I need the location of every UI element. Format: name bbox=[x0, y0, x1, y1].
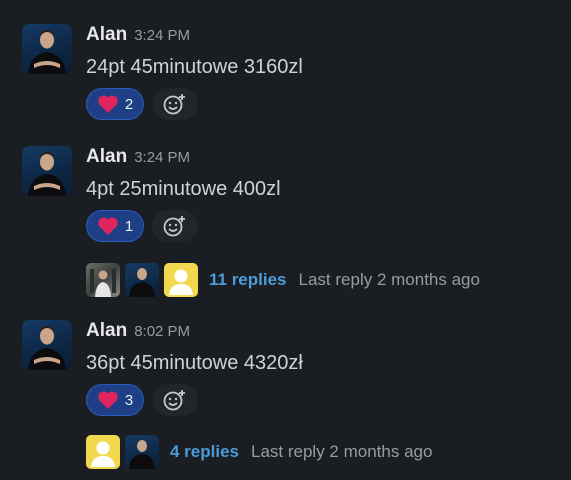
heart-icon bbox=[98, 391, 118, 409]
thread-summary[interactable]: 11 replies Last reply 2 months ago bbox=[86, 262, 480, 298]
message-text: 24pt 45minutowe 3160zl bbox=[86, 56, 303, 78]
author-name[interactable]: Alan bbox=[86, 320, 127, 341]
thread-participant-avatar bbox=[125, 435, 159, 469]
message-header: Alan 3:24 PM bbox=[86, 24, 190, 48]
heart-icon bbox=[98, 95, 118, 113]
message-header: Alan 3:24 PM bbox=[86, 146, 190, 170]
reaction-heart[interactable]: 2 bbox=[86, 88, 144, 120]
reaction-count: 3 bbox=[124, 391, 134, 409]
thread-participant-avatar bbox=[164, 263, 198, 297]
add-reaction-icon bbox=[163, 390, 185, 411]
thread-summary[interactable]: 4 replies Last reply 2 months ago bbox=[86, 434, 432, 470]
timestamp[interactable]: 8:02 PM bbox=[134, 323, 190, 340]
add-reaction-button[interactable] bbox=[152, 210, 198, 242]
add-reaction-icon bbox=[163, 94, 185, 115]
message-text: 4pt 25minutowe 400zl bbox=[86, 178, 281, 200]
thread-last-reply: Last reply 2 months ago bbox=[298, 270, 480, 289]
thread-replies-link[interactable]: 4 replies bbox=[170, 442, 239, 462]
message-header: Alan 8:02 PM bbox=[86, 320, 190, 344]
add-reaction-icon bbox=[163, 216, 185, 237]
reaction-heart[interactable]: 3 bbox=[86, 384, 144, 416]
avatar[interactable] bbox=[22, 24, 72, 74]
timestamp[interactable]: 3:24 PM bbox=[134, 149, 190, 166]
author-name[interactable]: Alan bbox=[86, 146, 127, 167]
add-reaction-button[interactable] bbox=[152, 88, 198, 120]
thread-replies-link[interactable]: 11 replies bbox=[209, 270, 287, 290]
avatar[interactable] bbox=[22, 146, 72, 196]
timestamp[interactable]: 3:24 PM bbox=[134, 27, 190, 44]
thread-participant-avatar bbox=[86, 435, 120, 469]
heart-icon bbox=[98, 217, 118, 235]
thread-participant-avatar bbox=[86, 263, 120, 297]
author-name[interactable]: Alan bbox=[86, 24, 127, 45]
reaction-count: 1 bbox=[124, 217, 134, 235]
add-reaction-button[interactable] bbox=[152, 384, 198, 416]
message-text: 36pt 45minutowe 4320zł bbox=[86, 352, 303, 374]
reaction-count: 2 bbox=[124, 95, 134, 113]
reaction-heart[interactable]: 1 bbox=[86, 210, 144, 242]
thread-participant-avatar bbox=[125, 263, 159, 297]
thread-last-reply: Last reply 2 months ago bbox=[251, 442, 433, 461]
avatar[interactable] bbox=[22, 320, 72, 370]
